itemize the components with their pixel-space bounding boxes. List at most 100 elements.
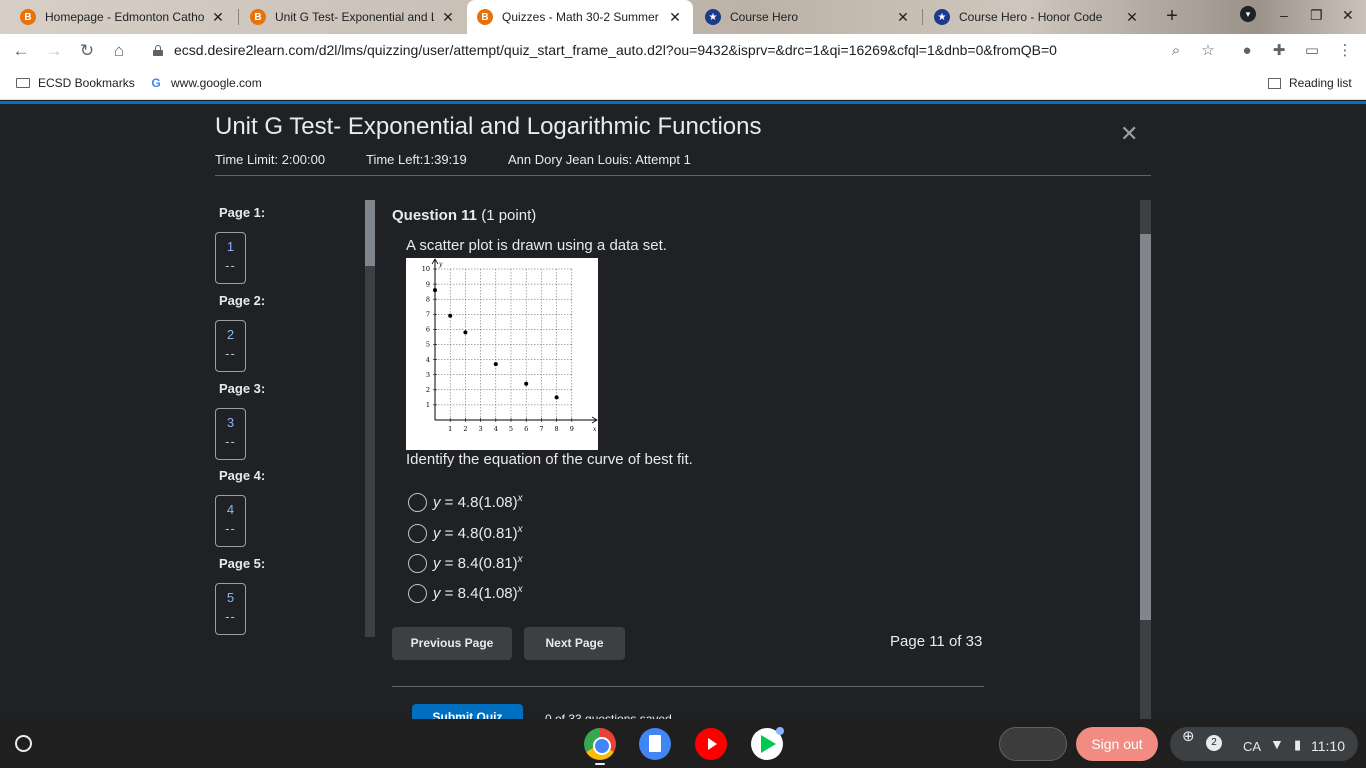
question-nav-number: 4	[226, 502, 235, 517]
minimize-icon[interactable]: ‒	[1280, 7, 1288, 23]
previous-page-button[interactable]: Previous Page	[392, 627, 512, 660]
extension-avatar-icon[interactable]: ●	[1238, 42, 1256, 60]
docs-app-icon[interactable]	[639, 728, 671, 760]
back-icon[interactable]: ←	[10, 40, 32, 62]
address-bar[interactable]: ecsd.desire2learn.com/d2l/lms/quizzing/u…	[174, 42, 1057, 58]
tab-course-hero[interactable]: ★ Course Hero ✕	[695, 0, 921, 34]
question-number: Question 11	[392, 207, 478, 224]
data-point	[433, 288, 437, 293]
forward-icon[interactable]: →	[43, 40, 65, 62]
restore-icon[interactable]: ❐	[1310, 7, 1323, 24]
youtube-app-icon[interactable]	[695, 728, 727, 760]
radio-button[interactable]	[408, 523, 427, 543]
tab-title: Unit G Test- Exponential and L	[275, 10, 434, 24]
question-nav-5[interactable]: 5 --	[215, 583, 246, 635]
tab-separator	[922, 9, 923, 25]
os-shelf: Sign out ⊕ 2 CA ▼ ▮ 11:10	[0, 719, 1366, 768]
question-nav-status: --	[225, 258, 236, 273]
tab-search-icon[interactable]: ▾	[1240, 6, 1256, 22]
close-icon[interactable]: ✕	[440, 9, 456, 26]
extensions-puzzle-icon[interactable]: ✚	[1270, 42, 1288, 60]
sign-out-button[interactable]: Sign out	[1076, 727, 1158, 761]
tab-separator	[238, 9, 239, 25]
brightspace-icon: B	[20, 9, 36, 25]
bookmark-google[interactable]: G www.google.com	[149, 76, 261, 90]
x-tick-label: 8	[555, 425, 559, 433]
y-tick-label: 7	[426, 311, 430, 319]
question-nav-number: 1	[226, 239, 235, 254]
question-nav-1[interactable]: 1 --	[215, 232, 246, 284]
question-nav-number: 2	[226, 327, 235, 342]
tab-homepage[interactable]: B Homepage - Edmonton Catho ✕	[10, 0, 236, 34]
tab-honor-code[interactable]: ★ Course Hero - Honor Code ✕	[924, 0, 1150, 34]
data-point	[554, 395, 559, 400]
tab-unit-g-test[interactable]: B Unit G Test- Exponential and L ✕	[240, 0, 466, 34]
choice-label: y = 4.8(0.81)x	[433, 524, 523, 542]
chrome-app-icon[interactable]	[584, 728, 616, 760]
tote-thumbnail[interactable]	[999, 727, 1067, 761]
bookmark-ecsd[interactable]: ECSD Bookmarks	[16, 76, 135, 90]
choice-3[interactable]: y = 8.4(0.81)x	[408, 553, 523, 573]
cast-icon[interactable]: ▭	[1303, 42, 1321, 60]
question-nav-2[interactable]: 2 --	[215, 320, 246, 372]
y-tick-label: 2	[426, 386, 430, 394]
data-point	[493, 362, 498, 367]
zoom-icon[interactable]: ⌕	[1167, 42, 1185, 60]
menu-kebab-icon[interactable]: ⋮	[1336, 42, 1354, 60]
bookmark-label: ECSD Bookmarks	[38, 76, 135, 90]
folder-icon	[16, 76, 30, 90]
launcher-icon[interactable]	[15, 735, 32, 752]
radio-button[interactable]	[408, 553, 427, 573]
choice-4[interactable]: y = 8.4(1.08)x	[408, 583, 523, 603]
choice-2[interactable]: y = 4.8(0.81)x	[408, 523, 523, 543]
data-point	[448, 313, 453, 318]
new-tab-button[interactable]: +	[1160, 5, 1184, 29]
y-axis-label: y	[438, 261, 443, 268]
close-icon[interactable]: ✕	[1124, 9, 1140, 26]
page-indicator: Page 11 of 33	[890, 633, 983, 650]
question-nav-number: 3	[226, 415, 235, 430]
tab-title: Homepage - Edmonton Catho	[45, 10, 204, 24]
question-nav-status: --	[225, 521, 236, 536]
bookmarks-bar: ECSD Bookmarks G www.google.com Reading …	[0, 68, 1366, 100]
y-tick-label: 6	[426, 326, 430, 334]
nav-page-label: Page 4:	[219, 468, 266, 483]
close-icon[interactable]: ✕	[667, 9, 683, 26]
lock-icon[interactable]	[153, 45, 163, 56]
close-icon[interactable]: ✕	[895, 9, 911, 26]
saved-status: 0 of 33 questions saved	[545, 712, 672, 719]
close-icon[interactable]: ✕	[1120, 121, 1138, 147]
browser-toolbar: ← → ↻ ⌂ ecsd.desire2learn.com/d2l/lms/qu…	[0, 34, 1366, 68]
page-title: Unit G Test- Exponential and Logarithmic…	[215, 113, 762, 140]
question-nav-number: 5	[226, 590, 235, 605]
wifi-icon: ▼	[1270, 736, 1284, 752]
content-scrollbar[interactable]	[1140, 200, 1151, 719]
y-tick-label: 5	[426, 341, 430, 349]
question-nav-status: --	[225, 609, 236, 624]
tab-strip: B Homepage - Edmonton Catho ✕ B Unit G T…	[0, 0, 1366, 34]
question-nav-4[interactable]: 4 --	[215, 495, 246, 547]
radio-button[interactable]	[408, 492, 427, 512]
next-page-button[interactable]: Next Page	[524, 627, 625, 660]
home-icon[interactable]: ⌂	[108, 40, 130, 62]
bookmark-star-icon[interactable]: ☆	[1199, 42, 1217, 60]
nav-scrollbar[interactable]	[365, 200, 375, 637]
y-tick-label: 1	[426, 401, 430, 409]
nav-page-label: Page 5:	[219, 556, 266, 571]
window-close-icon[interactable]: ✕	[1342, 7, 1354, 24]
y-tick-label: 10	[422, 265, 430, 273]
choice-1[interactable]: y = 4.8(1.08)x	[408, 492, 523, 512]
data-point	[463, 330, 468, 335]
question-nav-3[interactable]: 3 --	[215, 408, 246, 460]
reading-list-button[interactable]: Reading list	[1267, 76, 1352, 90]
close-icon[interactable]: ✕	[210, 9, 226, 26]
radio-button[interactable]	[408, 583, 427, 603]
x-tick-label: 1	[448, 425, 452, 433]
reading-list-label: Reading list	[1289, 76, 1352, 90]
google-icon: G	[151, 76, 161, 90]
tab-title: Quizzes - Math 30-2 Summer -	[502, 10, 661, 24]
question-nav-status: --	[225, 346, 236, 361]
y-tick-label: 8	[426, 295, 430, 303]
reload-icon[interactable]: ↻	[76, 40, 98, 62]
tab-quizzes[interactable]: B Quizzes - Math 30-2 Summer - ✕	[467, 0, 693, 34]
